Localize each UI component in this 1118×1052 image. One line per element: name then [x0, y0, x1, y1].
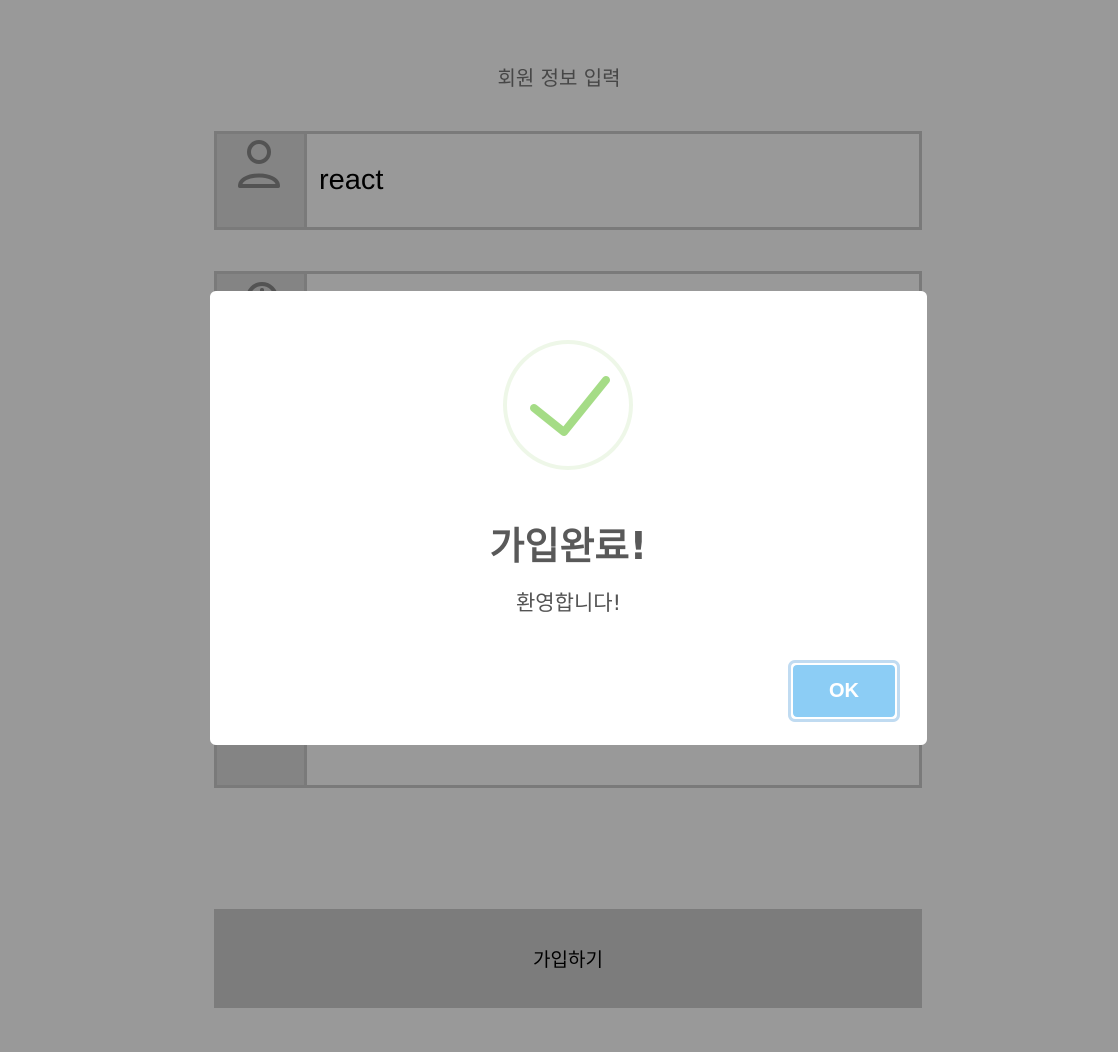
modal-message: 환영합니다!: [515, 591, 622, 615]
success-check-icon: [503, 340, 633, 470]
ok-button-label: OK: [793, 665, 895, 717]
signup-page: 회원 정보 입력 가입하기: [0, 0, 1118, 1052]
success-modal: 가입완료! 환영합니다! OK: [210, 291, 927, 745]
modal-title: 가입완료!: [489, 524, 648, 568]
ok-button[interactable]: OK: [788, 660, 900, 722]
